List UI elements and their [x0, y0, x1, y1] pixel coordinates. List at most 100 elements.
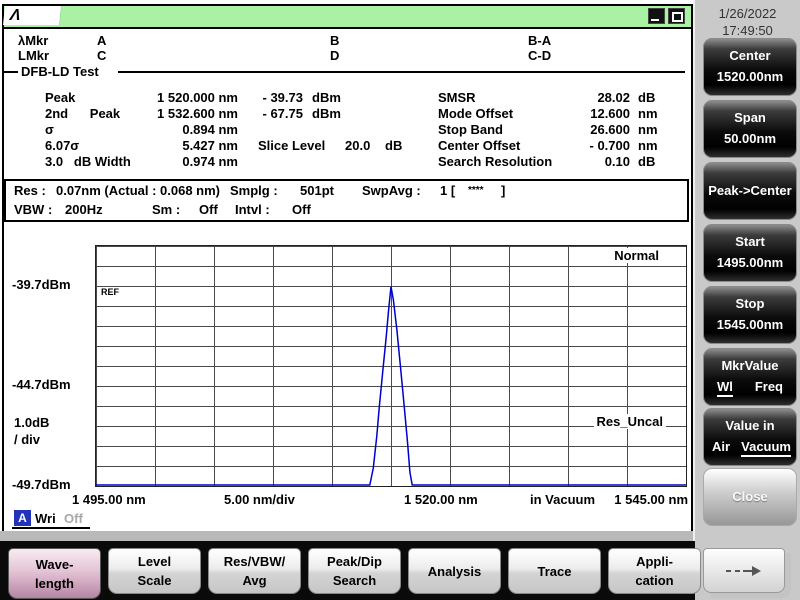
window-controls [648, 8, 685, 24]
result-label: Mode Offset [438, 106, 514, 121]
softkey-center[interactable]: Center 1520.00nm [703, 38, 797, 96]
softkey-start[interactable]: Start 1495.00nm [703, 224, 797, 282]
trace-status-underline [12, 527, 90, 529]
softkey-label: Span [734, 110, 766, 125]
softkey-value-in[interactable]: Value in Air Vacuum [703, 408, 797, 466]
spectrum-trace [96, 286, 686, 486]
marker-ba-label: B-A [528, 33, 552, 48]
slice-level-value: 20.0 [345, 138, 371, 153]
x-medium-label: in Vacuum [530, 492, 596, 507]
result-unit: dB [638, 90, 656, 105]
y-axis-ref-label: -39.7dBm [12, 277, 71, 292]
anritsu-logo-icon: Λ [3, 6, 62, 25]
x-per-div-label: 5.00 nm/div [224, 492, 295, 507]
result-label: Search Resolution [438, 154, 553, 169]
time-label: 17:49:50 [722, 23, 773, 38]
bottom-divider-strip [0, 531, 693, 541]
swpavg-value: 1 [ [440, 183, 456, 198]
result-value: 1 532.600 nm [157, 106, 238, 121]
swpavg-progress: **** [468, 185, 484, 196]
analysis-section-header: DFB-LD Test [0, 64, 690, 79]
result-label: Center Offset [438, 138, 521, 153]
res-label: Res : [14, 183, 46, 198]
softkey-mkr-value[interactable]: MkrValue Wl Freq [703, 348, 797, 406]
result-label: 2nd Peak [45, 106, 121, 121]
analysis-results: Peak 1 520.000 nm - 39.73 dBm SMSR 28.02… [0, 90, 690, 170]
menu-wavelength[interactable]: Wave- length [8, 548, 101, 599]
date-label: 1/26/2022 [718, 6, 777, 21]
sweep-settings-row1: Res : 0.07nm (Actual : 0.068 nm) Smplg :… [6, 181, 687, 200]
x-center-label: 1 520.00 nm [404, 492, 478, 507]
minimize-icon [651, 19, 659, 21]
softkey-value: 1495.00nm [716, 255, 784, 270]
result-unit: dB [638, 154, 656, 169]
result-row: 6.07σ 5.427 nm Slice Level 20.0 dB Cente… [0, 138, 690, 154]
menu-application[interactable]: Appli- cation [608, 548, 701, 594]
trace-status: A Wri Off [0, 510, 200, 529]
softkey-span[interactable]: Span 50.00nm [703, 100, 797, 158]
marker-row-name: λMkr [18, 33, 49, 48]
result-unit: dBm [312, 90, 341, 105]
result-level: - 39.73 [262, 90, 303, 105]
result-label: SMSR [438, 90, 476, 105]
marker-c-label: C [97, 48, 107, 63]
menu-label: Peak/Dip [327, 554, 382, 569]
intvl-label: Intvl : [235, 202, 270, 217]
menu-label: Appli- [636, 554, 673, 569]
y-scale-per-div-unit: / div [14, 432, 41, 447]
option-vacuum[interactable]: Vacuum [741, 439, 791, 457]
option-frequency[interactable]: Freq [755, 379, 783, 394]
result-unit: dBm [312, 106, 341, 121]
menu-label: Res/VBW/ [223, 554, 286, 569]
res-value: 0.07nm (Actual : 0.068 nm) [56, 183, 220, 198]
vbw-value: 200Hz [65, 202, 103, 217]
marker-row-lambda: λMkr A B B-A [0, 33, 690, 48]
softkey-label: Peak->Center [708, 183, 792, 198]
legend-dash [4, 71, 18, 73]
result-row: 3.0 dB Width 0.974 nm Search Resolution … [0, 154, 690, 170]
menu-next-page-button[interactable] [703, 548, 785, 593]
menu-analysis[interactable]: Analysis [408, 548, 501, 594]
maximize-button[interactable] [668, 8, 685, 24]
osa-screen: 1/26/2022 17:49:50 Λ λMkr A B B-A LMkr C… [0, 0, 800, 600]
result-unit: nm [638, 138, 658, 153]
softkey-stop[interactable]: Stop 1545.00nm [703, 286, 797, 344]
softkey-value: 1545.00nm [716, 317, 784, 332]
maximize-icon [672, 12, 683, 22]
menu-label: cation [635, 573, 674, 588]
option-air[interactable]: Air [712, 439, 730, 454]
analysis-title: DFB-LD Test [21, 64, 99, 79]
option-wavelength[interactable]: Wl [717, 379, 733, 397]
swpavg-label: SwpAvg : [362, 183, 421, 198]
menu-label: Level [137, 554, 172, 569]
marker-a-label: A [97, 33, 107, 48]
menu-trace[interactable]: Trace [508, 548, 601, 594]
marker-d-label: D [330, 48, 340, 63]
softkey-label: Value in [725, 418, 775, 433]
y-axis-bottom-label: -49.7dBm [12, 477, 71, 492]
result-row: σ 0.894 nm Stop Band 26.600 nm [0, 122, 690, 138]
marker-b-label: B [330, 33, 340, 48]
dashed-right-arrow-icon [726, 565, 761, 576]
result-value: 0.974 nm [182, 154, 238, 169]
result-row: Peak 1 520.000 nm - 39.73 dBm SMSR 28.02… [0, 90, 690, 106]
trace-a-badge: A [14, 510, 31, 526]
result-label: 6.07σ [45, 138, 80, 153]
minimize-button[interactable] [648, 8, 665, 24]
result-value: 0.894 nm [182, 122, 238, 137]
result-value: 0.10 [604, 154, 630, 169]
result-label: Peak [45, 90, 76, 105]
slice-level-label: Slice Level [258, 138, 326, 153]
x-axis-labels: 1 495.00 nm 5.00 nm/div 1 520.00 nm in V… [0, 492, 690, 508]
result-row: 2nd Peak 1 532.600 nm - 67.75 dBm Mode O… [0, 106, 690, 122]
softkey-peak-to-center[interactable]: Peak->Center [703, 162, 797, 220]
menu-res-vbw-avg[interactable]: Res/VBW/ Avg [208, 548, 301, 594]
y-axis-mid-label: -44.7dBm [12, 377, 71, 392]
datetime-display: 1/26/2022 17:49:50 [700, 5, 795, 39]
menu-peak-dip-search[interactable]: Peak/Dip Search [308, 548, 401, 594]
softkey-label: Center [729, 48, 771, 63]
result-value: 26.600 [590, 122, 630, 137]
softkey-close[interactable]: Close [703, 468, 797, 526]
menu-label: Search [332, 573, 377, 588]
menu-level-scale[interactable]: Level Scale [108, 548, 201, 594]
